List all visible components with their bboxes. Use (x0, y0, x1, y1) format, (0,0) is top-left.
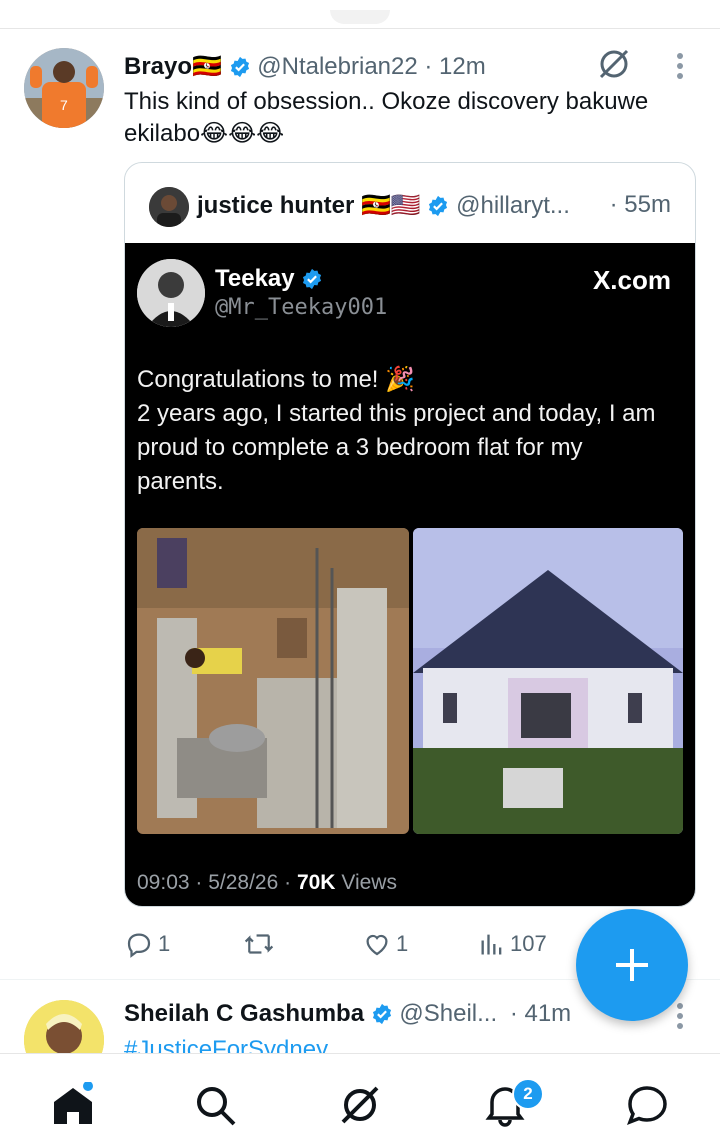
tweet-time: · 41m (509, 1000, 572, 1027)
notifications-badge: 2 (512, 1078, 544, 1110)
repost-icon (244, 934, 274, 954)
author-name[interactable]: Sheilah C Gashumba (124, 1000, 364, 1027)
grok-icon[interactable] (337, 1082, 383, 1128)
quoted-time: · 55m (609, 191, 671, 218)
embedded-views-label: Views (335, 871, 397, 894)
reply-count: 1 (158, 931, 171, 956)
author-handle[interactable]: @Ntalebrian22 (257, 53, 417, 80)
x-brand-label: X.com (592, 265, 671, 295)
like-button[interactable]: 1 (362, 929, 408, 959)
tweet-text-line: This kind of obsession.. Okoze discovery… (124, 88, 649, 115)
embedded-author-handle: @Mr_Teekay001 (215, 295, 388, 320)
construction-photo (137, 528, 409, 834)
verified-icon (230, 56, 249, 78)
flag-emoji: 🇺🇬🇺🇸 (361, 192, 421, 219)
verified-icon (429, 195, 448, 217)
plus-icon (616, 949, 648, 981)
avatar[interactable]: 7 (24, 48, 104, 128)
flag-emoji: 🇺🇬 (192, 53, 222, 80)
author-name[interactable]: Brayo (124, 53, 192, 80)
embedded-avatar (137, 259, 205, 327)
embedded-view-count: 70K (296, 871, 336, 894)
home-icon[interactable] (50, 1082, 96, 1128)
avatar[interactable] (24, 1000, 104, 1053)
grok-icon[interactable] (596, 46, 632, 82)
bottom-nav: 2 (0, 1053, 720, 1148)
embedded-meta: 09:03 · 5/28/26 · 70K Views (137, 871, 397, 895)
more-options-icon[interactable] (670, 52, 690, 80)
quoted-author-handle[interactable]: @hillaryt... (456, 192, 570, 219)
avatar-image: 7 (24, 48, 104, 128)
tweet-text: This kind of obsession.. Okoze discovery… (124, 86, 704, 150)
embedded-text-line: proud to complete a 3 bedroom flat for m… (137, 434, 583, 461)
messages-icon[interactable] (624, 1082, 670, 1128)
embedded-text-line: Congratulations to me! 🎉 (137, 366, 416, 393)
embedded-timestamp: 09:03 · 5/28/26 · (137, 871, 297, 894)
quoted-avatar-image (149, 187, 189, 227)
tweet-text-line: ekilabo😂😂😂 (124, 120, 285, 147)
quoted-media-image[interactable]: Teekay @Mr_Teekay001 X.com Congratulatio… (125, 243, 695, 906)
compose-button[interactable] (576, 909, 688, 1021)
reply-icon (127, 933, 151, 958)
views-button[interactable]: 107 (478, 929, 547, 959)
tweet-time: · 12m (424, 53, 486, 80)
svg-text:7: 7 (60, 97, 68, 113)
embedded-text-line: 2 years ago, I started this project and … (137, 400, 656, 427)
author-handle[interactable]: @Sheil... (399, 1000, 497, 1027)
quoted-tweet[interactable]: justice hunter 🇺🇬🇺🇸 @hillaryt... · 55m T… (124, 162, 696, 907)
house-photo (413, 528, 683, 834)
avatar-image (24, 1000, 104, 1053)
search-icon[interactable] (192, 1082, 238, 1128)
like-count: 1 (396, 931, 409, 956)
verified-icon (303, 268, 322, 290)
hashtag-link[interactable]: #JusticeForSydney (124, 1036, 328, 1053)
quoted-avatar[interactable] (149, 187, 189, 227)
embedded-text: Congratulations to me! 🎉 2 years ago, I … (137, 363, 685, 499)
repost-button[interactable] (242, 929, 280, 959)
heart-icon (366, 934, 388, 956)
tweet-card[interactable]: 7 Brayo🇺🇬 @Ntalebrian22 · 12m This kind … (0, 0, 720, 980)
embedded-text-line: parents. (137, 468, 224, 495)
embedded-avatar-image (137, 259, 205, 327)
verified-icon (372, 1003, 391, 1025)
views-count: 107 (510, 931, 547, 956)
quoted-author-name[interactable]: justice hunter (197, 192, 354, 219)
views-icon (481, 934, 502, 955)
embedded-author-name: Teekay (215, 265, 295, 292)
reply-button[interactable]: 1 (124, 929, 170, 959)
